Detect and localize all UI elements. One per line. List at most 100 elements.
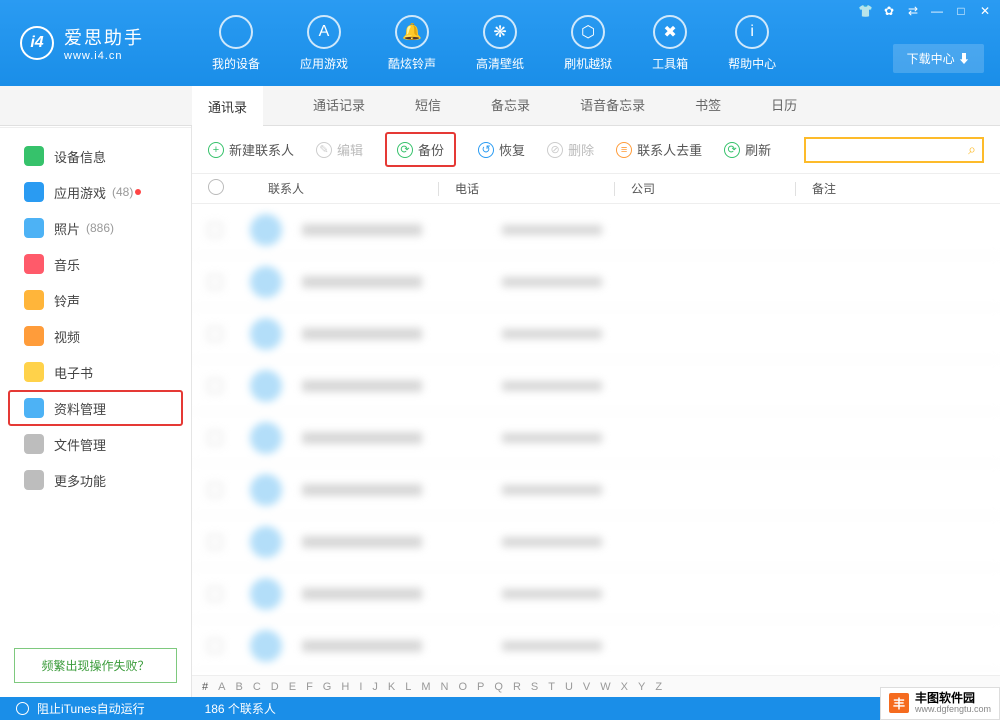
alpha-F[interactable]: F: [306, 681, 313, 693]
row-checkbox[interactable]: [208, 379, 222, 393]
alpha-G[interactable]: G: [323, 681, 332, 693]
sidebar-item-更多功能[interactable]: 更多功能: [0, 462, 191, 498]
close-button[interactable]: ✕: [978, 4, 992, 18]
alpha-Z[interactable]: Z: [655, 681, 662, 693]
tab-书签[interactable]: 书签: [695, 86, 721, 126]
tool-刷新[interactable]: ⟳刷新: [724, 140, 771, 159]
contact-row[interactable]: [192, 256, 1000, 308]
contact-row[interactable]: [192, 464, 1000, 516]
alpha-#[interactable]: #: [202, 681, 208, 693]
sidebar-item-文件管理[interactable]: 文件管理: [0, 426, 191, 462]
contact-row[interactable]: [192, 412, 1000, 464]
alpha-X[interactable]: X: [621, 681, 628, 693]
row-checkbox[interactable]: [208, 483, 222, 497]
alpha-S[interactable]: S: [531, 681, 538, 693]
tshirt-button[interactable]: 👕: [858, 4, 872, 18]
search-box[interactable]: ⌕: [804, 137, 984, 163]
alpha-V[interactable]: V: [583, 681, 590, 693]
contact-row[interactable]: [192, 204, 1000, 256]
contact-row[interactable]: [192, 360, 1000, 412]
row-checkbox[interactable]: [208, 639, 222, 653]
nav-box[interactable]: ⬡刷机越狱: [564, 15, 612, 72]
swap-button[interactable]: ⇄: [906, 4, 920, 18]
contact-row[interactable]: [192, 516, 1000, 568]
sidebar-item-应用游戏[interactable]: 应用游戏(48): [0, 174, 191, 210]
nav-flower[interactable]: ❋高清壁纸: [476, 15, 524, 72]
alpha-E[interactable]: E: [289, 681, 296, 693]
col-contact[interactable]: 联系人: [268, 180, 438, 197]
contact-row[interactable]: [192, 568, 1000, 620]
row-checkbox[interactable]: [208, 275, 222, 289]
tool-备份[interactable]: ⟳备份: [385, 132, 456, 167]
alpha-J[interactable]: J: [372, 681, 378, 693]
col-phone[interactable]: 电话: [439, 180, 614, 197]
sidebar-item-电子书[interactable]: 电子书: [0, 354, 191, 390]
col-note[interactable]: 备注: [796, 180, 1000, 197]
col-company[interactable]: 公司: [615, 180, 795, 197]
min-button[interactable]: —: [930, 4, 944, 18]
nav-appstore[interactable]: A应用游戏: [300, 15, 348, 72]
sidebar-item-视频[interactable]: 视频: [0, 318, 191, 354]
footer-itunes[interactable]: 阻止iTunes自动运行: [37, 700, 145, 717]
alpha-T[interactable]: T: [548, 681, 555, 693]
alpha-R[interactable]: R: [513, 681, 521, 693]
alpha-L[interactable]: L: [405, 681, 411, 693]
tab-通话记录[interactable]: 通话记录: [313, 86, 365, 126]
contact-row[interactable]: [192, 308, 1000, 360]
download-center-button[interactable]: 下载中心 ⬇: [893, 44, 984, 73]
contact-row[interactable]: [192, 620, 1000, 672]
itunes-toggle-icon[interactable]: [16, 702, 29, 715]
alpha-A[interactable]: A: [218, 681, 225, 693]
max-button[interactable]: □: [954, 4, 968, 18]
tool-恢复[interactable]: ↺恢复: [478, 140, 525, 159]
search-icon: ⌕: [968, 141, 976, 158]
row-checkbox[interactable]: [208, 431, 222, 445]
info-icon: i: [735, 15, 769, 49]
tool-icon: ≡: [616, 142, 632, 158]
sidebar-icon: [24, 254, 44, 274]
alpha-M[interactable]: M: [421, 681, 430, 693]
footer-count: 186 个联系人: [205, 700, 276, 717]
row-checkbox[interactable]: [208, 223, 222, 237]
row-checkbox[interactable]: [208, 535, 222, 549]
alpha-U[interactable]: U: [565, 681, 573, 693]
gear-button[interactable]: ✿: [882, 4, 896, 18]
nav-bell[interactable]: 🔔酷炫铃声: [388, 15, 436, 72]
tool-icon: ✎: [316, 142, 332, 158]
tab-备忘录[interactable]: 备忘录: [491, 86, 530, 126]
sidebar-item-音乐[interactable]: 音乐: [0, 246, 191, 282]
sidebar-icon: [24, 218, 44, 238]
alpha-D[interactable]: D: [271, 681, 279, 693]
alpha-W[interactable]: W: [600, 681, 610, 693]
help-link[interactable]: 频繁出现操作失败？: [14, 648, 177, 683]
tab-语音备忘录[interactable]: 语音备忘录: [580, 86, 645, 126]
select-all-checkbox[interactable]: [208, 179, 224, 195]
alpha-P[interactable]: P: [477, 681, 484, 693]
nav-apple[interactable]: 我的设备: [212, 15, 260, 72]
alpha-Y[interactable]: Y: [638, 681, 645, 693]
search-input[interactable]: [812, 143, 968, 157]
sidebar-item-设备信息[interactable]: 设备信息: [0, 138, 191, 174]
row-checkbox[interactable]: [208, 587, 222, 601]
alpha-I[interactable]: I: [359, 681, 362, 693]
tool-icon: ⟳: [397, 142, 413, 158]
alpha-O[interactable]: O: [458, 681, 467, 693]
alpha-Q[interactable]: Q: [494, 681, 503, 693]
sidebar-item-照片[interactable]: 照片(886): [0, 210, 191, 246]
avatar-icon: [250, 370, 282, 402]
alpha-C[interactable]: C: [253, 681, 261, 693]
tool-新建联系人[interactable]: +新建联系人: [208, 140, 294, 159]
nav-info[interactable]: i帮助中心: [728, 15, 776, 72]
tool-联系人去重[interactable]: ≡联系人去重: [616, 140, 702, 159]
sidebar-item-铃声[interactable]: 铃声: [0, 282, 191, 318]
alpha-B[interactable]: B: [235, 681, 242, 693]
tab-通讯录[interactable]: 通讯录: [192, 86, 263, 126]
sidebar-item-资料管理[interactable]: 资料管理: [8, 390, 183, 426]
nav-wrench[interactable]: ✖工具箱: [652, 15, 688, 72]
alpha-H[interactable]: H: [341, 681, 349, 693]
row-checkbox[interactable]: [208, 327, 222, 341]
alpha-K[interactable]: K: [388, 681, 395, 693]
alpha-N[interactable]: N: [441, 681, 449, 693]
tab-短信[interactable]: 短信: [415, 86, 441, 126]
tab-日历[interactable]: 日历: [771, 86, 797, 126]
